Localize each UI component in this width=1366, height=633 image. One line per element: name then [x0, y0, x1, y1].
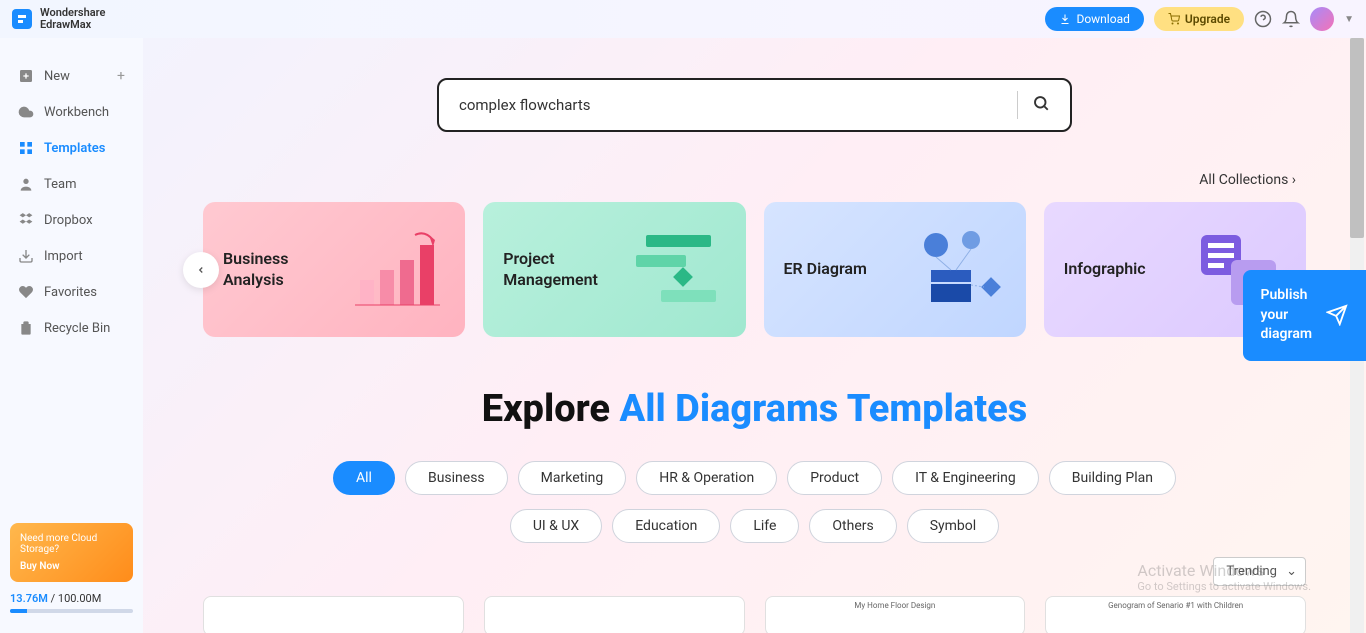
filter-chip-marketing[interactable]: Marketing: [518, 461, 627, 495]
logo-area[interactable]: Wondershare EdrawMax: [12, 7, 105, 31]
sidebar-item-label: Recycle Bin: [44, 321, 110, 336]
filter-chip-it[interactable]: IT & Engineering: [892, 461, 1039, 495]
sidebar-item-label: Import: [44, 249, 83, 264]
sidebar-item-label: Team: [44, 177, 77, 192]
template-card[interactable]: [484, 596, 745, 633]
sort-dropdown[interactable]: Trending ⌄: [1213, 557, 1306, 586]
download-button[interactable]: Download: [1045, 7, 1143, 31]
bar-chart-icon: [345, 225, 445, 315]
trash-icon: [18, 320, 34, 336]
category-card-project-management[interactable]: Project Management: [483, 202, 745, 337]
storage-promo-card[interactable]: Need more Cloud Storage? Buy Now: [10, 523, 133, 582]
plus-square-icon: [18, 68, 34, 84]
category-title: Project Management: [503, 249, 625, 291]
dropbox-icon: [18, 212, 34, 228]
filter-chip-life[interactable]: Life: [730, 509, 799, 543]
er-diagram-icon: [906, 225, 1006, 315]
user-icon: [18, 176, 34, 192]
filter-chip-others[interactable]: Others: [809, 509, 896, 543]
divider: [1017, 91, 1018, 119]
all-collections-link[interactable]: All Collections ›: [203, 172, 1306, 188]
search-icon: [1032, 94, 1050, 112]
storage-bar: [10, 609, 133, 613]
template-icon: [18, 140, 34, 156]
chevron-left-icon: [196, 263, 206, 277]
chevron-down-icon[interactable]: ▼: [1344, 14, 1354, 25]
filter-chip-building[interactable]: Building Plan: [1049, 461, 1176, 495]
filter-chip-hr[interactable]: HR & Operation: [636, 461, 777, 495]
bell-icon[interactable]: [1282, 10, 1300, 28]
template-card[interactable]: My Home Floor Design: [765, 596, 1026, 633]
send-icon: [1326, 304, 1348, 326]
cloud-icon: [18, 104, 34, 120]
filter-chip-all[interactable]: All: [333, 461, 395, 495]
logo-icon: [12, 9, 32, 29]
sidebar-item-team[interactable]: Team: [0, 166, 143, 202]
category-title: ER Diagram: [784, 259, 867, 280]
chevron-down-icon: ⌄: [1286, 564, 1297, 579]
chevron-right-icon: ›: [1292, 172, 1296, 188]
plus-icon[interactable]: +: [117, 68, 125, 84]
publish-diagram-cta[interactable]: Publish your diagram: [1243, 270, 1366, 361]
filter-chip-uiux[interactable]: UI & UX: [510, 509, 602, 543]
sidebar-item-label: Workbench: [44, 105, 109, 120]
sidebar-item-label: New: [44, 69, 70, 84]
sidebar-item-label: Favorites: [44, 285, 97, 300]
category-card-business-analysis[interactable]: Business Analysis: [203, 202, 465, 337]
main-content: All Collections › Business Analysis Proj…: [143, 38, 1366, 633]
app-header: Wondershare EdrawMax Download Upgrade ▼: [0, 0, 1366, 38]
category-cards: Business Analysis Project Management ER …: [203, 202, 1306, 337]
template-card[interactable]: [203, 596, 464, 633]
sidebar: New + Workbench Templates Team Dropbox I…: [0, 38, 143, 633]
sidebar-item-label: Dropbox: [44, 213, 93, 228]
search-input[interactable]: [459, 96, 1003, 114]
sidebar-item-templates[interactable]: Templates: [0, 130, 143, 166]
header-actions: Download Upgrade ▼: [1045, 7, 1354, 31]
storage-usage: 13.76M / 100.00M: [10, 592, 133, 605]
search-button[interactable]: [1032, 94, 1050, 116]
sidebar-item-dropbox[interactable]: Dropbox: [0, 202, 143, 238]
scrollbar-thumb[interactable]: [1350, 38, 1364, 238]
heart-icon: [18, 284, 34, 300]
category-card-er-diagram[interactable]: ER Diagram: [764, 202, 1026, 337]
filter-row: All Business Marketing HR & Operation Pr…: [203, 461, 1306, 495]
sidebar-item-label: Templates: [44, 141, 105, 156]
import-icon: [18, 248, 34, 264]
download-icon: [1059, 13, 1071, 25]
template-card[interactable]: Genogram of Senario #1 with Children: [1045, 596, 1306, 633]
upgrade-button[interactable]: Upgrade: [1154, 7, 1244, 31]
filter-chip-product[interactable]: Product: [787, 461, 882, 495]
explore-title: Explore All Diagrams Templates: [203, 387, 1306, 431]
search-box: [437, 78, 1072, 132]
filter-row-2: UI & UX Education Life Others Symbol: [203, 509, 1306, 543]
category-title: Infographic: [1064, 259, 1146, 280]
sidebar-item-recycle[interactable]: Recycle Bin: [0, 310, 143, 346]
category-title: Business Analysis: [223, 249, 345, 291]
cart-icon: [1168, 13, 1180, 25]
sidebar-item-import[interactable]: Import: [0, 238, 143, 274]
avatar[interactable]: [1310, 7, 1334, 31]
filter-chip-education[interactable]: Education: [612, 509, 720, 543]
carousel-prev-button[interactable]: [183, 252, 219, 288]
filter-chip-symbol[interactable]: Symbol: [907, 509, 999, 543]
sidebar-item-favorites[interactable]: Favorites: [0, 274, 143, 310]
filter-chip-business[interactable]: Business: [405, 461, 508, 495]
gantt-icon: [626, 225, 726, 315]
help-icon[interactable]: [1254, 10, 1272, 28]
logo-text: Wondershare EdrawMax: [40, 7, 105, 31]
sidebar-item-new[interactable]: New +: [0, 58, 143, 94]
templates-grid: My Home Floor Design Genogram of Senario…: [203, 596, 1306, 633]
sidebar-item-workbench[interactable]: Workbench: [0, 94, 143, 130]
